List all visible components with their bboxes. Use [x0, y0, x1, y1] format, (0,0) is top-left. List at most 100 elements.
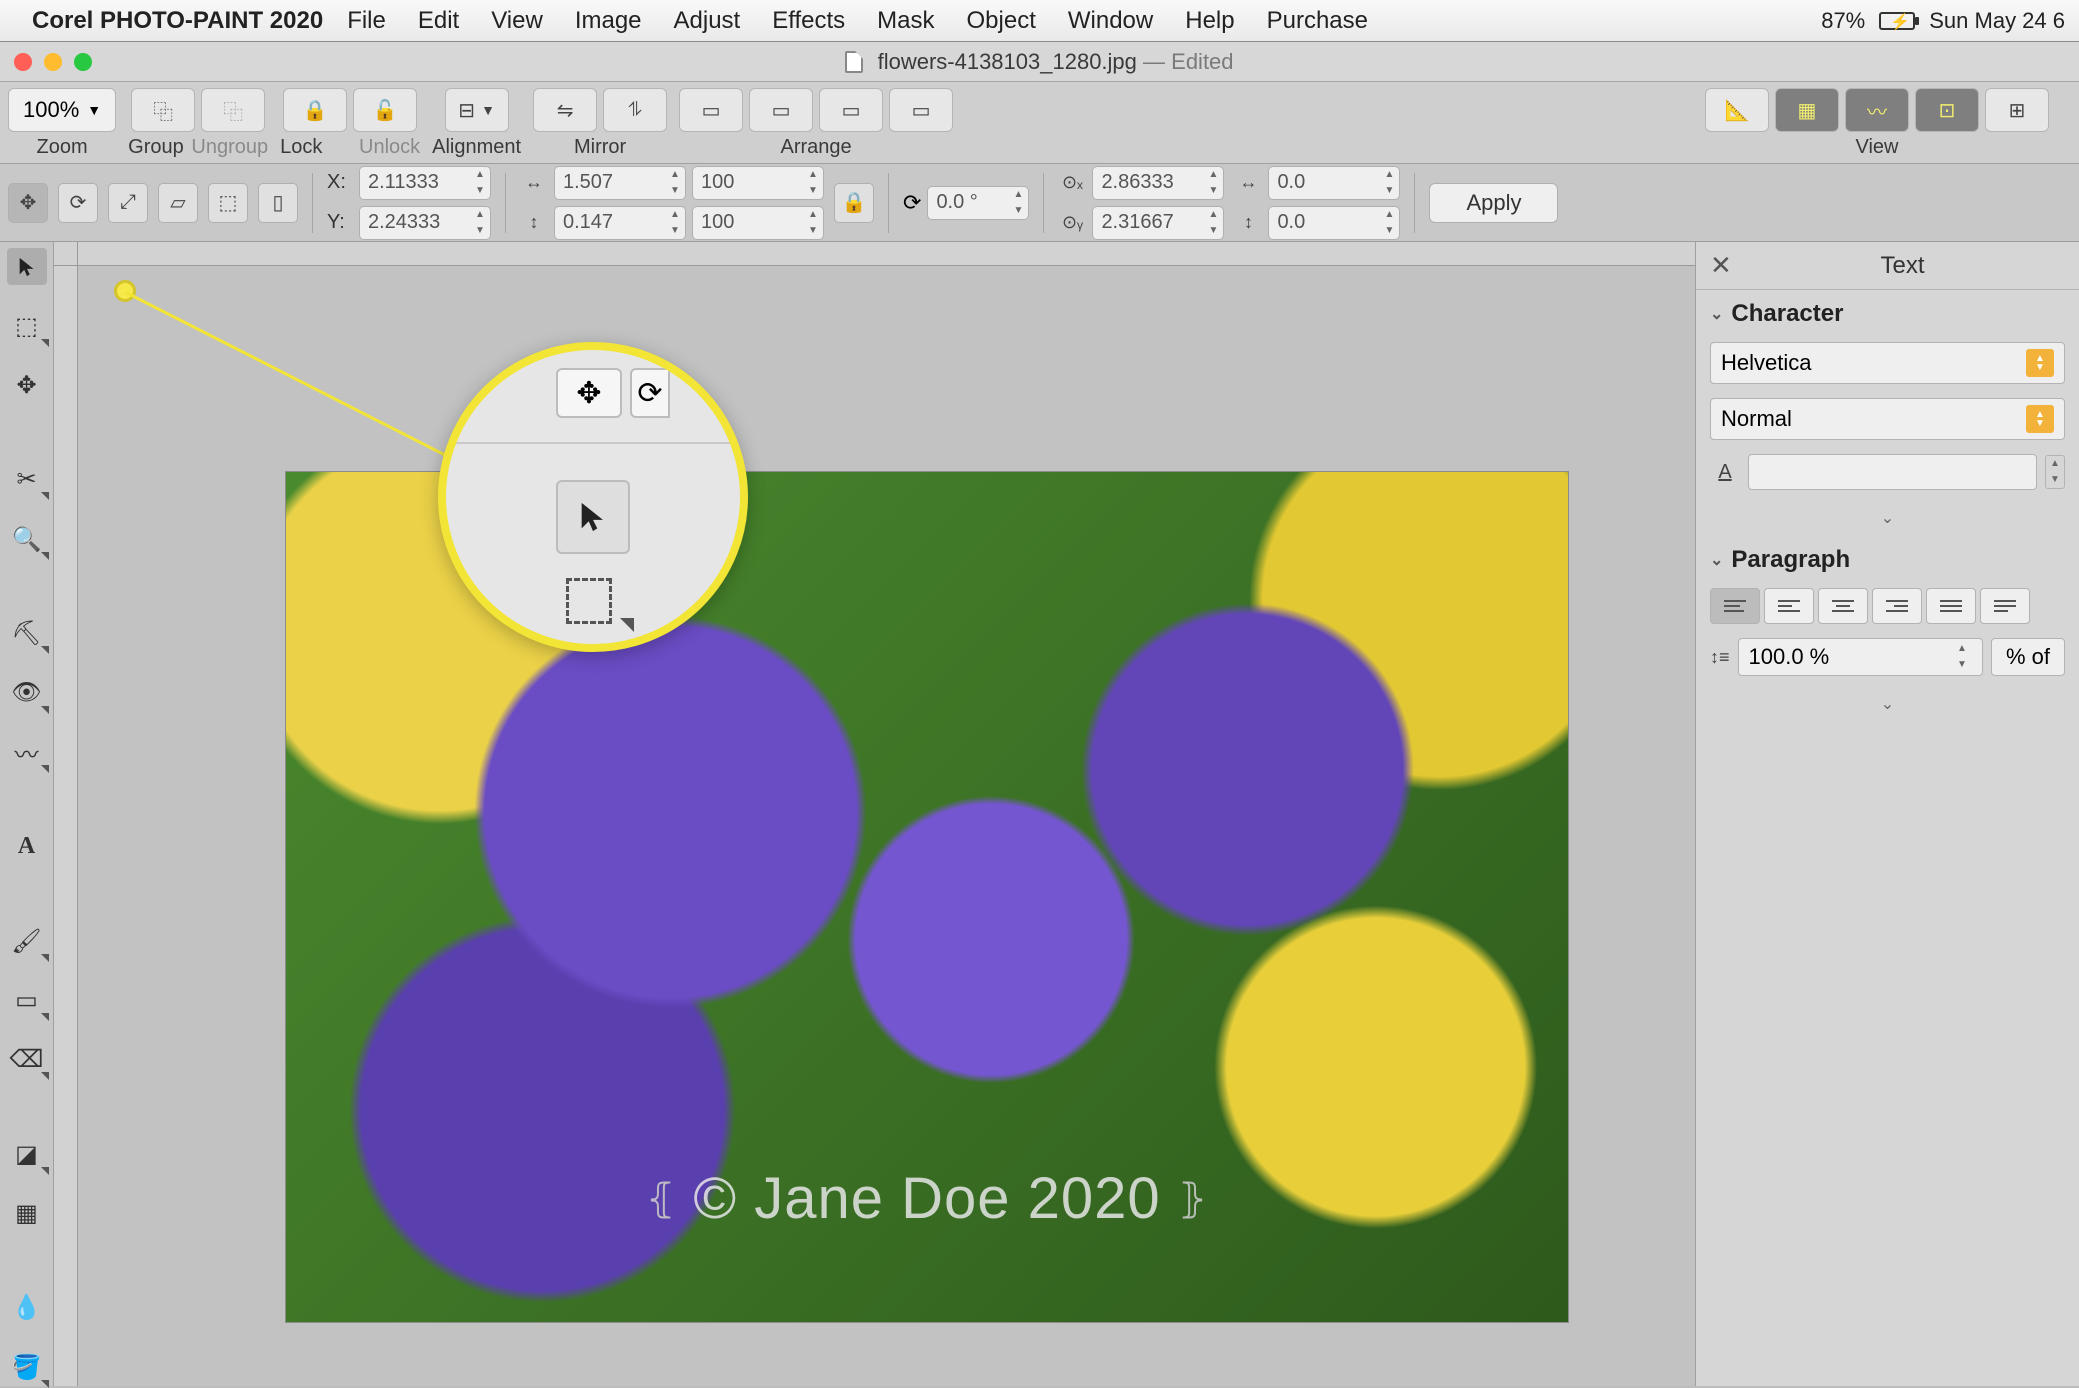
y-position-field[interactable]: ▲▼ [359, 206, 491, 240]
watermark-text-object[interactable]: ⦃ © Jane Doe 2020 ⦄ [646, 1165, 1208, 1232]
paragraph-section-header[interactable]: ⌄ Paragraph [1710, 546, 2065, 574]
app-name[interactable]: Corel PHOTO-PAINT 2020 [32, 7, 323, 35]
eraser-tool[interactable]: ⌫ [7, 1041, 47, 1078]
line-spacing-field[interactable]: 100.0 % ▲▼ [1738, 638, 1983, 676]
position-mode-button[interactable]: ✥ [8, 183, 48, 223]
align-force-justify-button[interactable] [1980, 588, 2030, 624]
character-expand-button[interactable]: ⌄ [1710, 504, 2065, 532]
zoom-tool[interactable]: 🔍 [7, 520, 47, 557]
unlock-button[interactable]: 🔓 [353, 88, 417, 132]
ruler-origin[interactable] [54, 242, 78, 266]
menu-edit[interactable]: Edit [418, 7, 459, 35]
ruler-vertical[interactable] [54, 242, 78, 1386]
perspective-mode-button[interactable]: ▯ [258, 183, 298, 223]
align-center-button[interactable] [1818, 588, 1868, 624]
touchup-tool[interactable]: 〰 [7, 734, 47, 771]
center-y-icon: ⊙ᵧ [1058, 212, 1086, 233]
menu-window[interactable]: Window [1068, 7, 1153, 35]
align-justify-button[interactable] [1926, 588, 1976, 624]
view-extra-button[interactable]: ⊞ [1985, 88, 2049, 132]
arrange-backward-button[interactable]: ▭ [819, 88, 883, 132]
canvas-area[interactable]: ⦃ © Jane Doe 2020 ⦄ ✥ ⟳ [54, 242, 1695, 1386]
arrange-forward-button[interactable]: ▭ [749, 88, 813, 132]
redeye-tool[interactable]: 👁 [7, 674, 47, 711]
menu-mask[interactable]: Mask [877, 7, 934, 35]
arrange-back-button[interactable]: ▭ [889, 88, 953, 132]
width-field[interactable]: ▲▼ [554, 166, 686, 200]
mask-rectangle-tool[interactable]: ⬚ [7, 307, 47, 344]
dropshadow-tool[interactable]: ◪ [7, 1136, 47, 1173]
spacing-unit-combo[interactable]: % of [1991, 638, 2065, 676]
scale-mode-button[interactable]: ⤢ [108, 183, 148, 223]
menu-object[interactable]: Object [967, 7, 1036, 35]
scale-y-field[interactable]: ▲▼ [692, 206, 824, 240]
magnified-pick-tool [556, 480, 630, 554]
distort-mode-button[interactable]: ⬚ [208, 183, 248, 223]
font-family-combo[interactable]: Helvetica ▲▼ [1710, 342, 2065, 384]
rotation-field[interactable]: ▲▼ [927, 186, 1029, 220]
skew-x-field[interactable]: ▲▼ [1268, 166, 1400, 200]
fill-tool[interactable]: 🪣 [7, 1349, 47, 1386]
text-tool[interactable]: A [7, 828, 47, 865]
view-guidelines-button[interactable]: ▦ [1775, 88, 1839, 132]
ruler-horizontal[interactable] [54, 242, 1695, 266]
text-handle-right[interactable]: ⦄ [1178, 1177, 1208, 1221]
menu-image[interactable]: Image [575, 7, 642, 35]
paragraph-expand-button[interactable]: ⌄ [1710, 690, 2065, 718]
ungroup-label: Ungroup [191, 136, 268, 159]
character-title: Character [1731, 300, 1843, 328]
apply-button[interactable]: Apply [1429, 183, 1558, 223]
mirror-v-button[interactable]: ⥮ [603, 88, 667, 132]
mirror-h-button[interactable]: ⇋ [533, 88, 597, 132]
text-handle-left[interactable]: ⦃ [646, 1177, 676, 1221]
ungroup-button[interactable]: ⿻ [201, 88, 265, 132]
font-size-field[interactable] [1748, 454, 2037, 490]
character-section-header[interactable]: ⌄ Character [1710, 300, 2065, 328]
height-field[interactable]: ▲▼ [554, 206, 686, 240]
menu-purchase[interactable]: Purchase [1267, 7, 1368, 35]
rotate-mode-button[interactable]: ⟳ [58, 183, 98, 223]
menu-effects[interactable]: Effects [772, 7, 845, 35]
menu-view[interactable]: View [491, 7, 543, 35]
align-none-button[interactable] [1710, 588, 1760, 624]
zoom-level-combo[interactable]: 100% ▼ [8, 88, 116, 132]
battery-pct: 87% [1821, 8, 1865, 34]
pick-tool[interactable] [7, 248, 47, 285]
x-position-field[interactable]: ▲▼ [359, 166, 491, 200]
combo-stepper-icon: ▲▼ [2026, 349, 2054, 377]
brush-tool[interactable]: 🖌 [7, 922, 47, 959]
menu-file[interactable]: File [347, 7, 386, 35]
group-button[interactable]: ⿻ [131, 88, 195, 132]
font-style-combo[interactable]: Normal ▲▼ [1710, 398, 2065, 440]
center-y-field[interactable]: ▲▼ [1092, 206, 1224, 240]
view-rulers-button[interactable]: 📐 [1705, 88, 1769, 132]
arrange-label: Arrange [781, 136, 852, 159]
menu-adjust[interactable]: Adjust [674, 7, 741, 35]
scale-x-field[interactable]: ▲▼ [692, 166, 824, 200]
align-right-button[interactable] [1872, 588, 1922, 624]
docker-close-button[interactable]: ✕ [1710, 250, 1740, 281]
clone-tool[interactable]: ⛏ [7, 615, 47, 652]
docker-title: Text [1740, 252, 2065, 280]
rectangle-tool[interactable]: ▭ [7, 982, 47, 1019]
align-left-button[interactable] [1764, 588, 1814, 624]
transparency-tool[interactable]: ▦ [7, 1195, 47, 1232]
crop-tool[interactable]: ✂ [7, 461, 47, 498]
skew-y-field[interactable]: ▲▼ [1268, 206, 1400, 240]
group-label: Group [128, 136, 184, 159]
lock-ratio-button[interactable]: 🔒 [834, 183, 874, 223]
font-family-value: Helvetica [1721, 350, 1811, 376]
arrange-front-button[interactable]: ▭ [679, 88, 743, 132]
lock-button[interactable]: 🔒 [283, 88, 347, 132]
callout-anchor-dot [114, 280, 136, 302]
mask-transform-tool[interactable]: ✥ [7, 367, 47, 404]
center-x-field[interactable]: ▲▼ [1092, 166, 1224, 200]
alignment-label: Alignment [432, 136, 521, 159]
alignment-button[interactable]: ⊟ ▼ [445, 88, 509, 132]
view-grid-button[interactable]: 〰 [1845, 88, 1909, 132]
skew-mode-button[interactable]: ▱ [158, 183, 198, 223]
menu-help[interactable]: Help [1185, 7, 1234, 35]
eyedropper-tool[interactable]: 💧 [7, 1289, 47, 1326]
view-snap-button[interactable]: ⊡ [1915, 88, 1979, 132]
underline-icon[interactable]: A [1710, 461, 1740, 484]
